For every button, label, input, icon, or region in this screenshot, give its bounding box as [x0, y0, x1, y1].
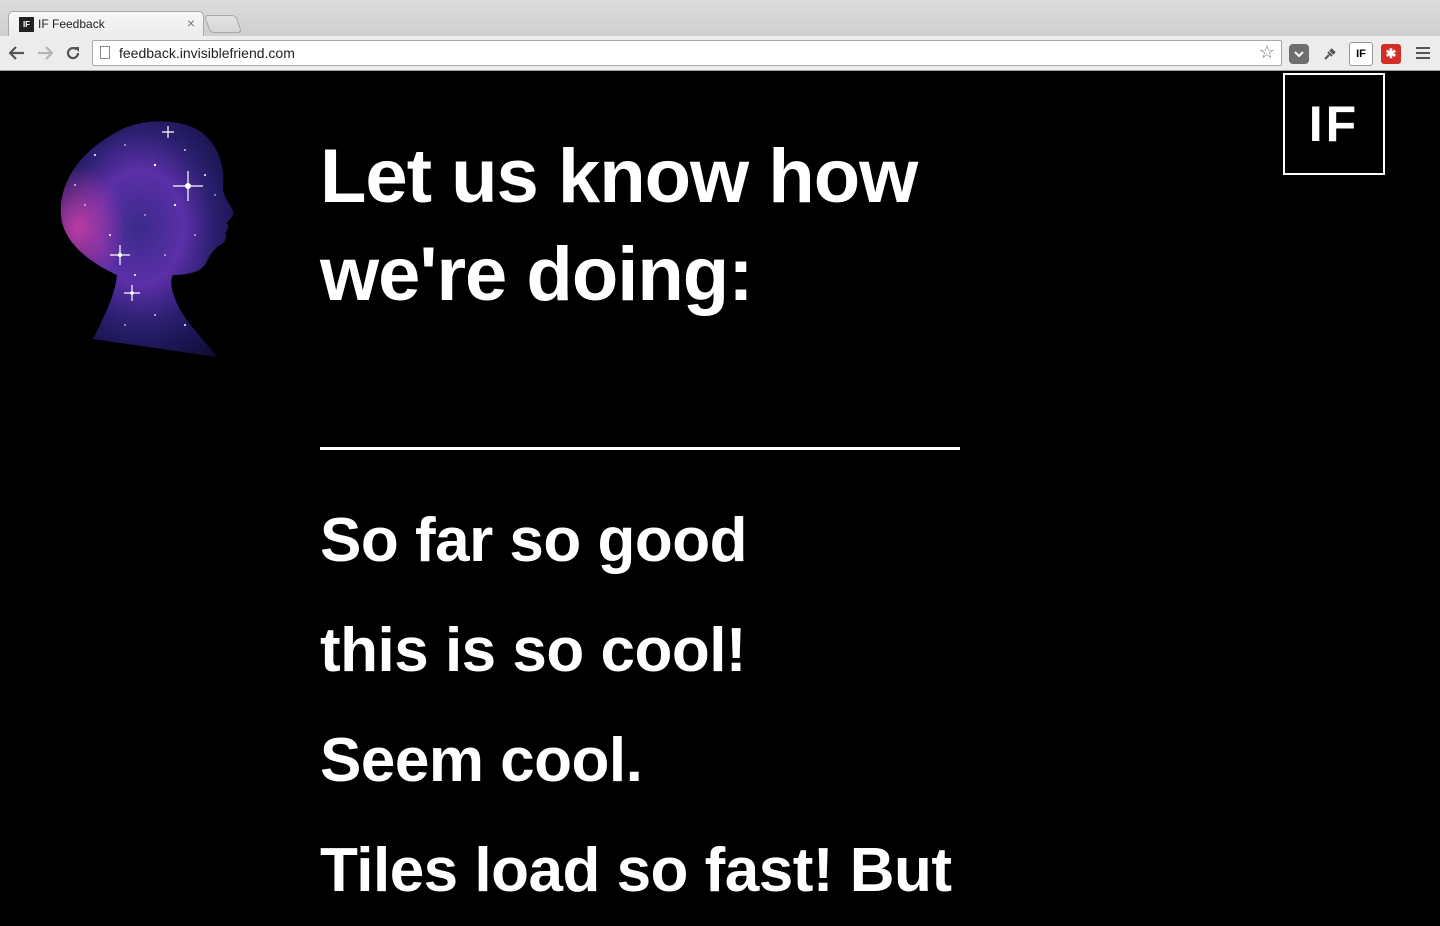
- feedback-list: So far so good this is so cool! Seem coo…: [320, 486, 1320, 926]
- feedback-item: So far so good: [320, 506, 748, 575]
- tab-title: IF Feedback: [38, 17, 105, 31]
- star-icon[interactable]: ☆: [1259, 42, 1275, 63]
- tab-close-icon[interactable]: ×: [187, 15, 195, 31]
- favicon-icon: IF: [19, 17, 34, 32]
- address-bar[interactable]: feedback.invisiblefriend.com ☆: [92, 40, 1282, 66]
- back-arrow-icon: [9, 46, 24, 60]
- tab-strip: IF IF Feedback ×: [0, 0, 1440, 36]
- forward-arrow-icon: [38, 46, 53, 60]
- menu-icon[interactable]: [1413, 42, 1433, 64]
- browser-toolbar: feedback.invisiblefriend.com ☆ IF ✱: [0, 36, 1440, 71]
- browser-tab[interactable]: IF IF Feedback ×: [8, 11, 204, 36]
- reload-button[interactable]: [62, 42, 84, 64]
- feedback-input[interactable]: [320, 380, 960, 450]
- plug-icon[interactable]: [1320, 44, 1340, 64]
- if-extension-icon[interactable]: IF: [1349, 42, 1373, 66]
- page-title: Let us know how we're doing:: [320, 134, 918, 317]
- if-logo[interactable]: IF: [1283, 73, 1385, 175]
- back-button[interactable]: [6, 42, 28, 64]
- new-tab-button[interactable]: [203, 15, 243, 33]
- galaxy-head-silhouette: [60, 121, 234, 357]
- url-text[interactable]: feedback.invisiblefriend.com: [119, 45, 295, 61]
- reload-icon: [66, 46, 80, 60]
- lastpass-icon[interactable]: ✱: [1381, 44, 1401, 64]
- feedback-item: Seem cool.: [320, 726, 643, 795]
- forward-button[interactable]: [34, 42, 56, 64]
- page-icon: [100, 46, 110, 59]
- pocket-icon[interactable]: [1289, 44, 1309, 64]
- feedback-item: Tiles load so fast! But: [320, 836, 952, 905]
- feedback-item: this is so cool!: [320, 616, 747, 685]
